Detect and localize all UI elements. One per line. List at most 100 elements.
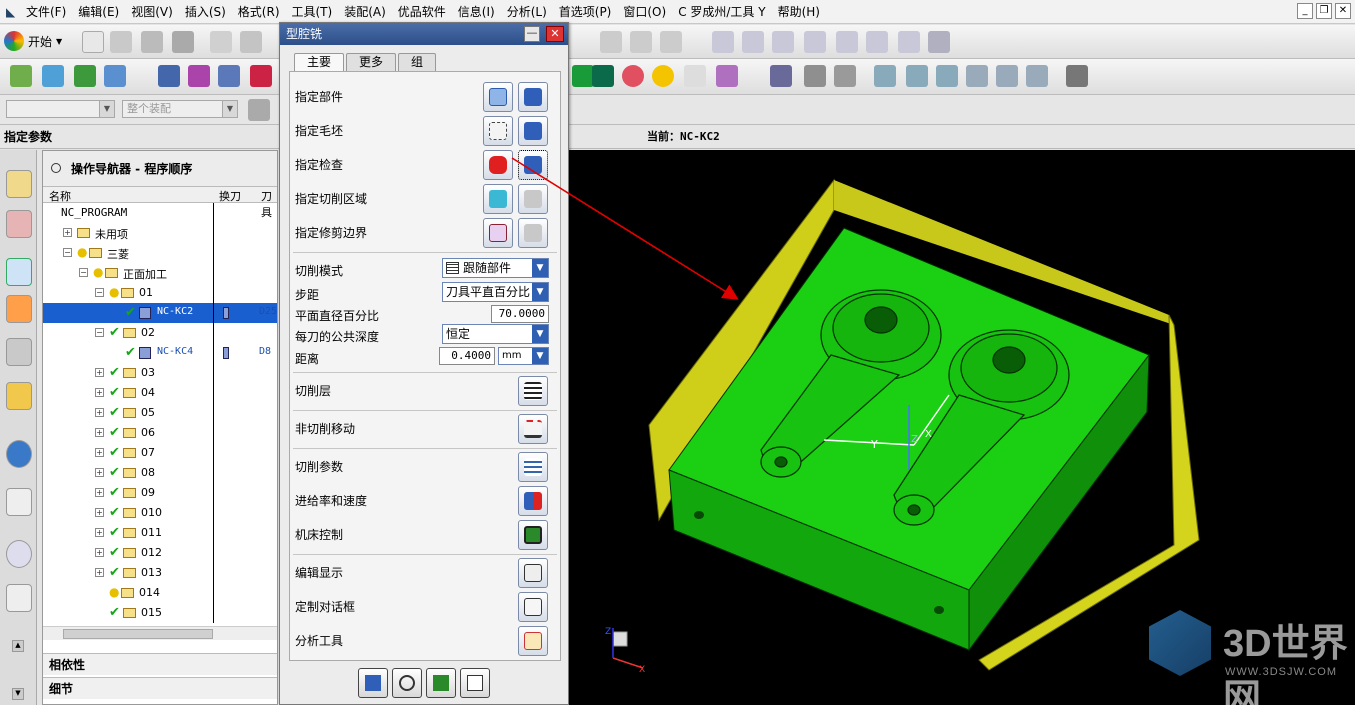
- expand-icon[interactable]: +: [95, 388, 104, 397]
- shape-icon[interactable]: [804, 31, 826, 53]
- verify-path-icon[interactable]: [188, 65, 210, 87]
- expand-icon[interactable]: +: [95, 488, 104, 497]
- roles-icon[interactable]: [6, 584, 32, 612]
- constraint-navigator-icon[interactable]: [6, 210, 32, 238]
- expand-icon[interactable]: +: [95, 548, 104, 557]
- create-program-icon[interactable]: [10, 65, 32, 87]
- display-blank-button[interactable]: [518, 116, 548, 146]
- specify-check-button[interactable]: [483, 150, 513, 180]
- scroll-thumb[interactable]: [63, 629, 213, 639]
- sketch-curve-icon[interactable]: [600, 31, 622, 53]
- menu-custom-tools[interactable]: C 罗成州/工具 Y: [672, 3, 771, 20]
- expand-icon[interactable]: +: [95, 468, 104, 477]
- tree-row[interactable]: ✔ 015: [43, 603, 277, 623]
- scroll-up-icon[interactable]: ▲: [12, 640, 24, 652]
- flat-diameter-percent-input[interactable]: 70.0000: [491, 305, 549, 323]
- display-part-button[interactable]: [518, 82, 548, 112]
- expand-icon[interactable]: +: [95, 528, 104, 537]
- menu-window[interactable]: 窗口(O): [617, 3, 672, 20]
- depth-per-cut-select[interactable]: 恒定 ▼: [442, 324, 549, 344]
- close-icon[interactable]: ✕: [546, 26, 564, 42]
- generate-path-icon[interactable]: [158, 65, 180, 87]
- tree-row[interactable]: ✔ NC-KC2 D25: [43, 303, 277, 323]
- tree-row[interactable]: + ✔ 011: [43, 523, 277, 543]
- collapse-icon[interactable]: —: [524, 26, 540, 42]
- tree-row[interactable]: − ● 三菱: [43, 243, 277, 263]
- expand-icon[interactable]: +: [95, 568, 104, 577]
- save-icon[interactable]: [141, 31, 163, 53]
- menu-view[interactable]: 视图(V): [125, 3, 179, 20]
- operation-navigator-icon[interactable]: [6, 258, 32, 286]
- column-toolchange[interactable]: 换刀: [219, 188, 241, 204]
- menu-insert[interactable]: 插入(S): [179, 3, 232, 20]
- assembly-scope-select[interactable]: 整个装配 ▼: [122, 100, 238, 118]
- collapse-icon[interactable]: −: [95, 288, 104, 297]
- feeds-speeds-button[interactable]: [518, 486, 548, 516]
- expand-icon[interactable]: +: [95, 368, 104, 377]
- sketch-tool-icon[interactable]: [660, 31, 682, 53]
- column-name[interactable]: 名称: [49, 188, 71, 204]
- surface-icon[interactable]: [898, 31, 920, 53]
- history-icon[interactable]: [6, 540, 32, 568]
- collapse-icon[interactable]: −: [95, 328, 104, 337]
- details-panel[interactable]: 细节: [43, 677, 277, 699]
- tree-row[interactable]: + 未用项: [43, 223, 277, 243]
- spline-icon[interactable]: [630, 31, 652, 53]
- tree-row[interactable]: ✔ NC-KC4 D8: [43, 343, 277, 363]
- profile-icon[interactable]: [936, 65, 958, 87]
- cut-icon[interactable]: [210, 31, 232, 53]
- minimize-icon[interactable]: _: [1297, 3, 1313, 19]
- mill-pocket-icon[interactable]: [834, 65, 856, 87]
- reuse-library-icon[interactable]: [6, 338, 32, 366]
- create-method-icon[interactable]: [104, 65, 126, 87]
- streamline-icon[interactable]: [1026, 65, 1048, 87]
- tree-row[interactable]: ● 014: [43, 583, 277, 603]
- tab-more[interactable]: 更多: [346, 53, 397, 71]
- info-icon[interactable]: [770, 65, 792, 87]
- solid-cube-icon[interactable]: [592, 65, 614, 87]
- distance-input[interactable]: 0.4000: [439, 347, 495, 365]
- assembly-navigator-icon[interactable]: [6, 170, 32, 198]
- mascot-icon[interactable]: [622, 65, 644, 87]
- cut-pattern-select[interactable]: 跟随部件 ▼: [442, 258, 549, 278]
- tree-row[interactable]: − ● 正面加工: [43, 263, 277, 283]
- type-filter-select[interactable]: ▼: [6, 100, 115, 118]
- menu-info[interactable]: 信息(I): [452, 3, 501, 20]
- shop-doc-icon[interactable]: [250, 65, 272, 87]
- create-geometry-icon[interactable]: [74, 65, 96, 87]
- menu-help[interactable]: 帮助(H): [772, 3, 826, 20]
- non-cutting-moves-button[interactable]: [518, 414, 548, 444]
- menu-edit[interactable]: 编辑(E): [72, 3, 125, 20]
- dependencies-panel[interactable]: 相依性: [43, 653, 277, 675]
- tree-row[interactable]: + ✔ 06: [43, 423, 277, 443]
- face-icon[interactable]: [928, 31, 950, 53]
- distance-unit-select[interactable]: mm ▼: [498, 347, 549, 365]
- cutting-parameters-button[interactable]: [518, 452, 548, 482]
- tree-row[interactable]: + ✔ 09: [43, 483, 277, 503]
- selection-filter-icon[interactable]: [248, 99, 270, 121]
- contour-icon[interactable]: [906, 65, 928, 87]
- tree-row[interactable]: + ✔ 08: [43, 463, 277, 483]
- postprocess-icon[interactable]: [218, 65, 240, 87]
- menu-youpin[interactable]: 优品软件: [392, 3, 452, 20]
- cut-levels-button[interactable]: [518, 376, 548, 406]
- edit-display-button[interactable]: [518, 558, 548, 588]
- cylinder-icon[interactable]: [716, 65, 738, 87]
- menu-assembly[interactable]: 装配(A): [338, 3, 392, 20]
- specify-trim-button[interactable]: [483, 218, 513, 248]
- pin-icon[interactable]: [51, 163, 61, 173]
- flowcut-icon[interactable]: [996, 65, 1018, 87]
- menu-format[interactable]: 格式(R): [232, 3, 286, 20]
- tree-row[interactable]: + ✔ 04: [43, 383, 277, 403]
- print-icon[interactable]: [172, 31, 194, 53]
- display-trim-button[interactable]: [518, 218, 548, 248]
- zlevel-icon[interactable]: [966, 65, 988, 87]
- palette-icon[interactable]: [6, 382, 32, 410]
- tree-row[interactable]: + ✔ 013: [43, 563, 277, 583]
- expand-icon[interactable]: +: [63, 228, 72, 237]
- tree-row[interactable]: − ● 01: [43, 283, 277, 303]
- replay-button[interactable]: [392, 668, 422, 698]
- display-check-button[interactable]: [518, 150, 548, 180]
- expand-icon[interactable]: +: [95, 508, 104, 517]
- mill-cut-icon[interactable]: [804, 65, 826, 87]
